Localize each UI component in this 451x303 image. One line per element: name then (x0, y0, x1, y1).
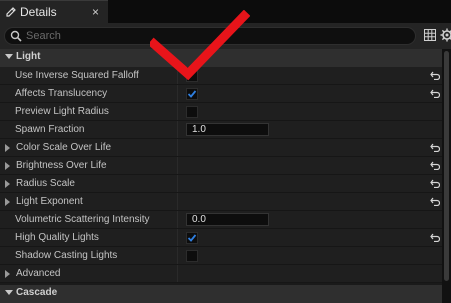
pencil-icon (6, 7, 16, 17)
column-divider (177, 229, 178, 246)
column-divider (177, 85, 178, 102)
property-row: Volumetric Scattering Intensity 0.0 (0, 211, 442, 229)
column-divider (177, 121, 178, 138)
reset-arrow-icon[interactable] (430, 142, 440, 152)
property-label: Preview Light Radius (15, 106, 109, 117)
property-label: Advanced (16, 268, 61, 279)
scrollbar-thumb[interactable] (444, 51, 449, 281)
number-field[interactable]: 1.0 (186, 123, 269, 136)
property-row[interactable]: Color Scale Over Life (0, 139, 442, 157)
category-label: Light (16, 51, 41, 62)
search-icon (10, 30, 22, 42)
gear-icon[interactable] (440, 28, 451, 42)
column-divider (177, 193, 178, 210)
column-divider (177, 211, 178, 228)
column-divider (177, 67, 178, 84)
property-label: Light Exponent (16, 196, 83, 207)
tab-title: Details (20, 5, 57, 19)
property-label: High Quality Lights (15, 232, 99, 243)
property-checkbox[interactable] (186, 70, 198, 82)
checkmark-icon (187, 90, 197, 98)
property-checkbox[interactable] (186, 88, 198, 100)
property-label: Use Inverse Squared Falloff (15, 70, 139, 81)
property-checkbox[interactable] (186, 232, 198, 244)
number-field[interactable]: 0.0 (186, 213, 269, 226)
grid-icon[interactable] (424, 29, 436, 41)
property-label: Affects Translucency (15, 88, 108, 99)
category-light[interactable]: Light (0, 49, 442, 67)
details-panel: Light Use Inverse Squared Falloff Affects… (0, 49, 451, 303)
property-row: Spawn Fraction 1.0 (0, 121, 442, 139)
property-row: Affects Translucency (0, 85, 442, 103)
reset-arrow-icon[interactable] (430, 178, 440, 188)
scrollbar[interactable] (442, 49, 451, 303)
property-label: Shadow Casting Lights (15, 250, 118, 261)
property-label: Radius Scale (16, 178, 75, 189)
column-divider (177, 265, 178, 282)
number-value: 0.0 (192, 214, 206, 225)
property-checkbox[interactable] (186, 250, 198, 262)
chevron-down-icon (5, 54, 13, 59)
checkmark-icon (187, 234, 197, 242)
column-divider (177, 139, 178, 156)
tab-bar: Details × (0, 0, 451, 23)
reset-arrow-icon[interactable] (430, 70, 440, 80)
chevron-right-icon[interactable] (5, 270, 10, 278)
column-divider (177, 157, 178, 174)
property-row: Preview Light Radius (0, 103, 442, 121)
toolbar: Search (0, 23, 451, 49)
reset-arrow-icon[interactable] (430, 88, 440, 98)
column-divider (177, 103, 178, 120)
property-row: Shadow Casting Lights (0, 247, 442, 265)
number-value: 1.0 (192, 124, 206, 135)
property-row[interactable]: Light Exponent (0, 193, 442, 211)
column-divider (177, 247, 178, 264)
property-checkbox[interactable] (186, 106, 198, 118)
property-label: Color Scale Over Life (16, 142, 112, 153)
search-placeholder: Search (26, 30, 61, 42)
property-row[interactable]: Advanced (0, 265, 442, 283)
chevron-down-icon (5, 290, 13, 295)
search-input[interactable]: Search (4, 27, 416, 45)
tab-details[interactable]: Details × (0, 0, 108, 23)
chevron-right-icon[interactable] (5, 162, 10, 170)
category-cascade[interactable]: Cascade (0, 285, 442, 303)
column-divider (177, 175, 178, 192)
chevron-right-icon[interactable] (5, 144, 10, 152)
reset-arrow-icon[interactable] (430, 160, 440, 170)
property-row[interactable]: Radius Scale (0, 175, 442, 193)
property-row: Use Inverse Squared Falloff (0, 67, 442, 85)
reset-arrow-icon[interactable] (430, 232, 440, 242)
category-label: Cascade (16, 287, 58, 298)
property-label: Volumetric Scattering Intensity (15, 214, 150, 225)
chevron-right-icon[interactable] (5, 180, 10, 188)
property-label: Brightness Over Life (16, 160, 107, 171)
property-row[interactable]: Brightness Over Life (0, 157, 442, 175)
close-icon[interactable]: × (92, 5, 99, 19)
property-row: High Quality Lights (0, 229, 442, 247)
chevron-right-icon[interactable] (5, 198, 10, 206)
reset-arrow-icon[interactable] (430, 196, 440, 206)
property-label: Spawn Fraction (15, 124, 85, 135)
